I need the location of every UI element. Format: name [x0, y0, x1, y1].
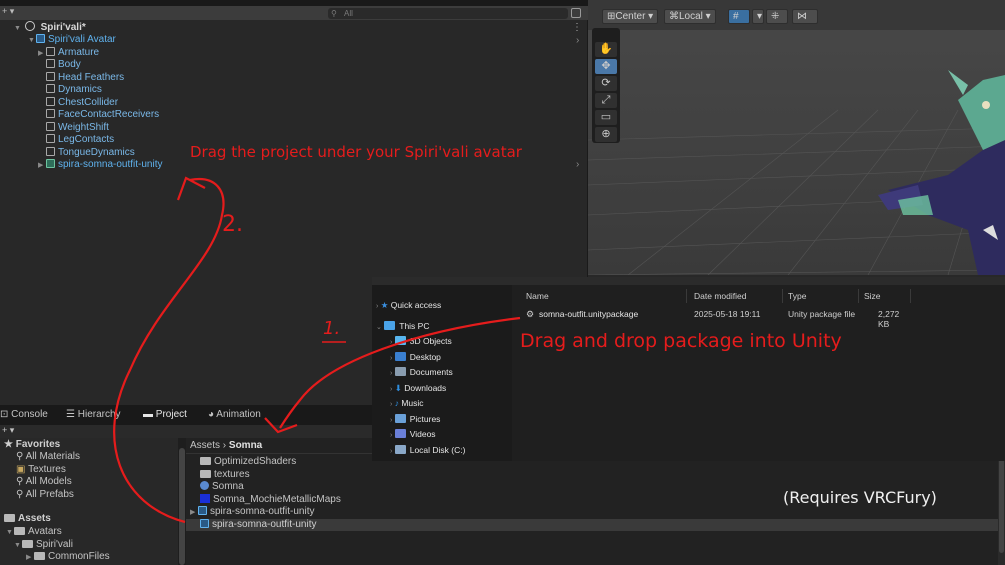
- step-1-label: 1.: [323, 318, 341, 339]
- drop-hint-text: Drag and drop package into Unity: [520, 330, 842, 352]
- requires-note: (Requires VRCFury): [783, 488, 937, 507]
- drag-hint-text: Drag the project under your Spiri'vali a…: [190, 143, 522, 161]
- step-2-label: 2.: [222, 212, 243, 237]
- annotation-arrows: [113, 176, 521, 524]
